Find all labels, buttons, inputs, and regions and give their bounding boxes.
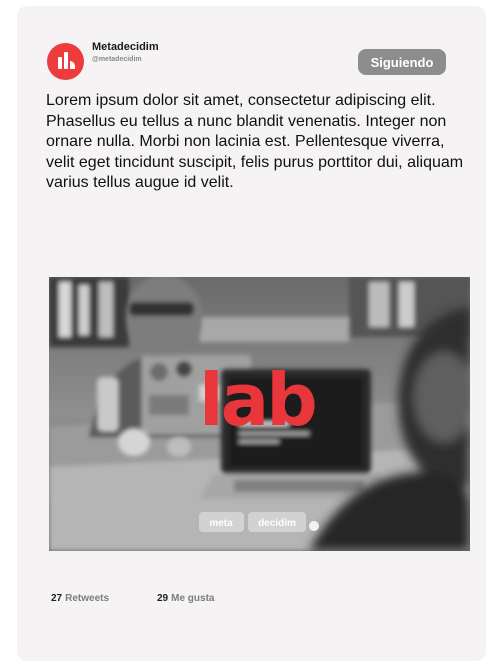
tweet-text: Lorem ipsum dolor sit amet, consectetur … bbox=[46, 92, 464, 192]
likes-label: Me gusta bbox=[171, 593, 215, 604]
lab-logo-text: lab bbox=[199, 358, 315, 442]
metadecidim-logo-icon bbox=[58, 52, 75, 69]
author-handle[interactable]: @metadecidim bbox=[92, 56, 142, 63]
avatar[interactable] bbox=[47, 43, 84, 80]
likes-stat[interactable]: 29 Me gusta bbox=[157, 593, 214, 604]
following-button[interactable]: Siguiendo bbox=[358, 49, 446, 75]
metadecidim-tag: meta decidim bbox=[199, 512, 319, 532]
retweets-count: 27 bbox=[51, 593, 63, 604]
tweet-image[interactable]: lab meta decidim bbox=[49, 277, 470, 551]
author-name[interactable]: Metadecidim bbox=[92, 41, 159, 53]
lab-logo: lab bbox=[199, 358, 318, 442]
lab-photo: lab meta decidim bbox=[49, 277, 470, 551]
retweets-label: Retweets bbox=[65, 593, 110, 604]
tag-meta: meta bbox=[209, 518, 233, 529]
tweet-card: Metadecidim @metadecidim Siguiendo Lorem… bbox=[17, 6, 486, 661]
tag-decidim: decidim bbox=[258, 518, 296, 529]
likes-count: 29 bbox=[157, 593, 169, 604]
retweets-stat[interactable]: 27 Retweets bbox=[51, 593, 109, 604]
